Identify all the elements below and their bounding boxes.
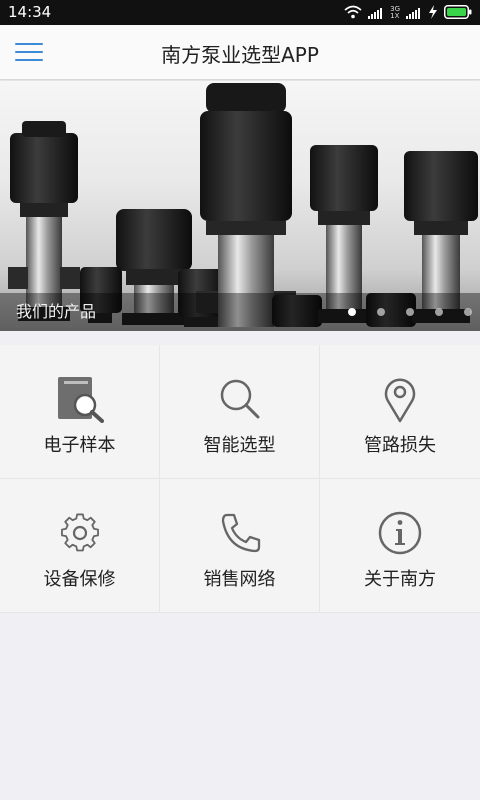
menu-item-electronic-catalog[interactable]: 电子样本 [0,345,160,479]
carousel-indicator [348,308,472,316]
search-icon [215,375,265,423]
location-pin-icon [375,375,425,423]
menu-item-equipment-warranty[interactable]: 设备保修 [0,479,160,613]
menu-item-label: 管路损失 [364,435,436,456]
page-title: 南方泵业选型APP [161,43,319,67]
menu-item-label: 电子样本 [43,435,116,456]
signal-icon [368,4,384,23]
status-bar: 14:34 3G 1X [0,0,480,25]
charging-icon [428,4,438,23]
carousel-dot[interactable] [377,308,385,316]
menu-item-sales-network[interactable]: 销售网络 [160,479,320,613]
wifi-icon [344,4,362,23]
battery-icon [444,4,472,23]
signal-icon [406,4,422,23]
menu-item-pipeline-loss[interactable]: 管路损失 [320,345,480,479]
app-header: 南方泵业选型APP [0,25,480,80]
status-time: 14:34 [8,3,52,21]
banner-carousel[interactable]: 我们的产品 [0,81,480,331]
status-icons: 3G 1X [344,4,472,22]
info-icon [375,509,425,557]
menu-item-smart-selection[interactable]: 智能选型 [160,345,320,479]
feature-grid: 电子样本 智能选型 管路损失 设备保修 销售网络 关于南方 [0,345,480,613]
carousel-dot[interactable] [348,308,356,316]
carousel-dot[interactable] [464,308,472,316]
menu-item-label: 关于南方 [364,569,436,590]
menu-item-label: 销售网络 [203,569,276,590]
gear-icon [55,509,105,557]
catalog-search-icon [55,375,105,423]
carousel-dot[interactable] [435,308,443,316]
phone-icon [215,509,265,557]
menu-item-label: 智能选型 [203,435,276,456]
menu-item-about-nanfang[interactable]: 关于南方 [320,479,480,613]
carousel-dot[interactable] [406,308,414,316]
banner-caption: 我们的产品 [16,302,97,321]
menu-item-label: 设备保修 [43,569,116,590]
network-type-label: 3G 1X [390,5,400,20]
